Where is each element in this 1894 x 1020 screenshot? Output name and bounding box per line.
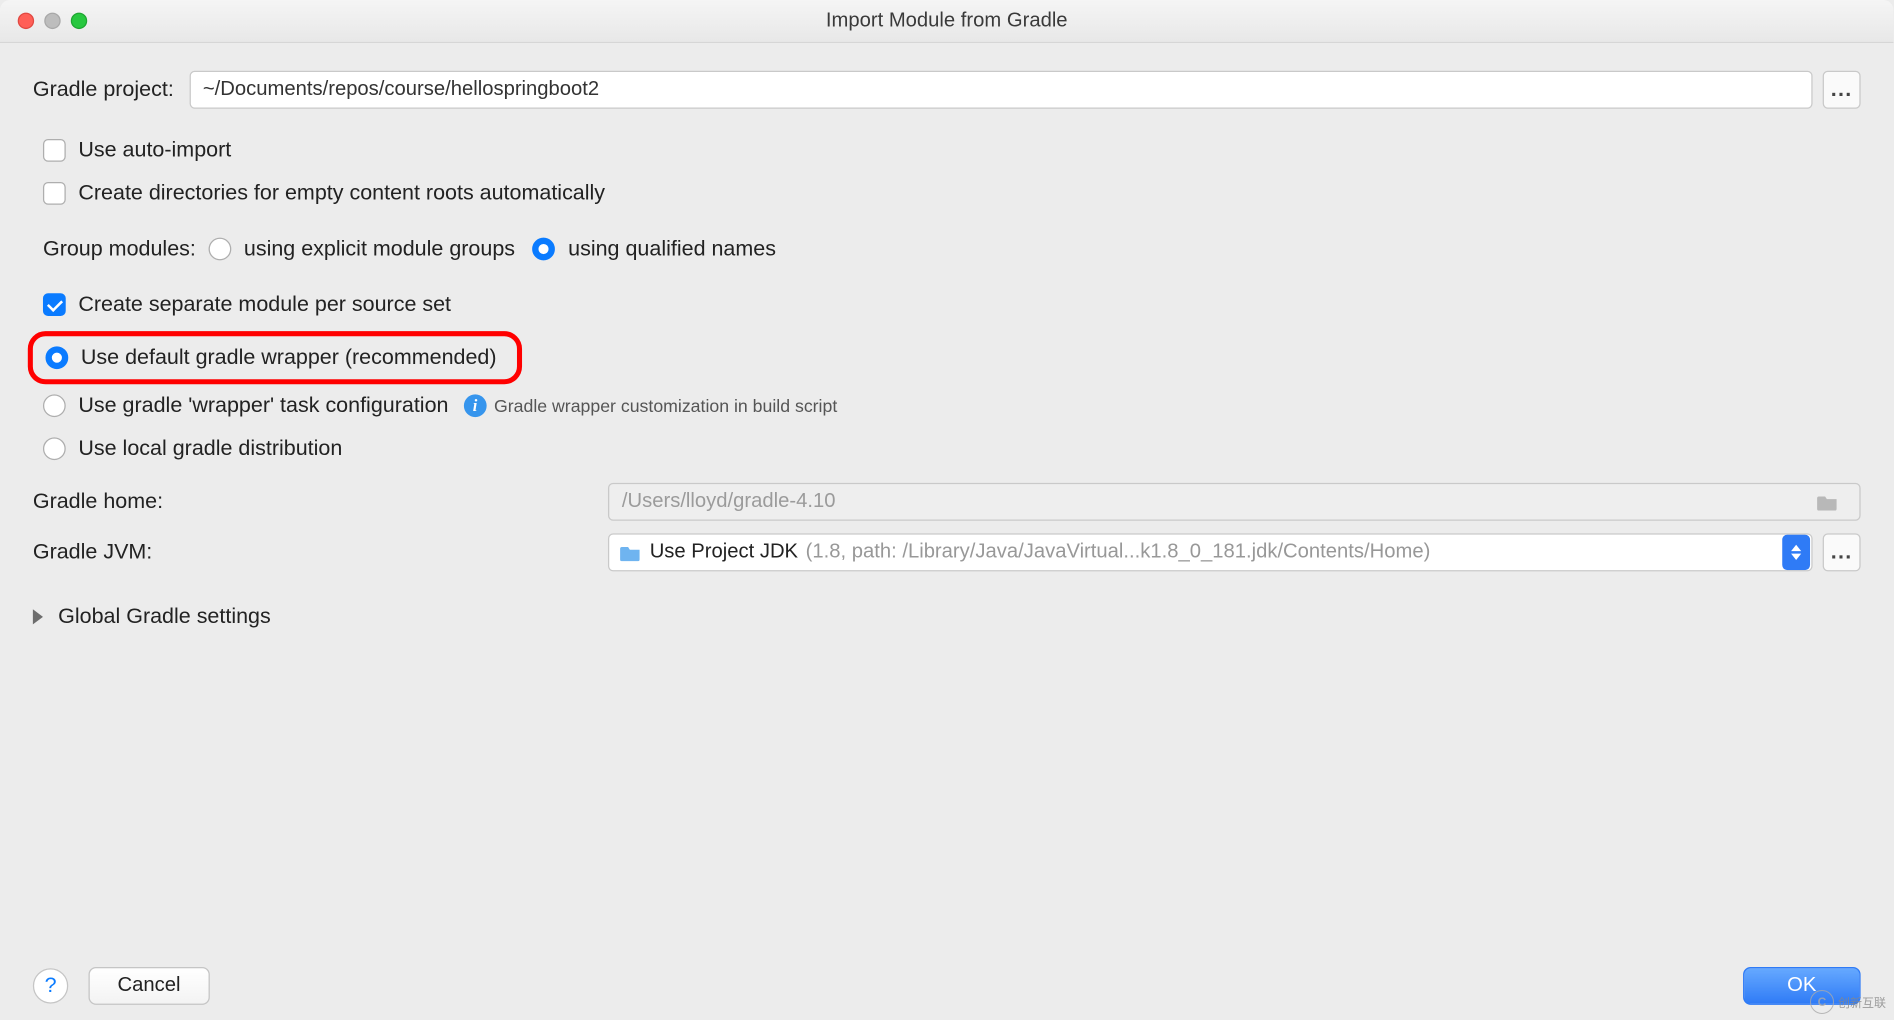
- local-dist-radio[interactable]: [43, 437, 66, 460]
- maximize-button[interactable]: [71, 13, 87, 29]
- wrapper-task-label: Use gradle 'wrapper' task configuration: [78, 393, 448, 418]
- wrapper-task-radio[interactable]: [43, 394, 66, 417]
- group-modules-label: Group modules:: [43, 236, 196, 261]
- qualified-names-radio[interactable]: [533, 238, 556, 261]
- help-button[interactable]: ?: [33, 968, 68, 1003]
- default-wrapper-radio[interactable]: [46, 346, 69, 369]
- window-controls: [0, 13, 87, 29]
- browse-jvm-button[interactable]: ...: [1823, 533, 1861, 571]
- expander-label: Global Gradle settings: [58, 604, 271, 629]
- watermark: C 创新互联: [1810, 990, 1886, 1014]
- folder-icon: [619, 544, 642, 562]
- auto-import-label: Use auto-import: [78, 138, 231, 163]
- gradle-home-input: /Users/lloyd/gradle-4.10: [608, 483, 1861, 521]
- create-dirs-label: Create directories for empty content roo…: [78, 181, 605, 206]
- separate-module-label: Create separate module per source set: [78, 292, 451, 317]
- folder-icon: [1816, 493, 1839, 511]
- explicit-groups-radio[interactable]: [209, 238, 232, 261]
- browse-project-button[interactable]: ...: [1823, 71, 1861, 109]
- jvm-value: Use Project JDK: [650, 541, 798, 564]
- create-dirs-checkbox[interactable]: [43, 182, 66, 205]
- jvm-detail: (1.8, path: /Library/Java/JavaVirtual...…: [806, 541, 1431, 564]
- local-dist-label: Use local gradle distribution: [78, 436, 342, 461]
- wrapper-hint: Gradle wrapper customization in build sc…: [494, 396, 837, 416]
- import-gradle-dialog: Import Module from Gradle Gradle project…: [0, 0, 1893, 1020]
- gradle-jvm-label: Gradle JVM:: [33, 540, 608, 565]
- global-settings-expander[interactable]: Global Gradle settings: [33, 604, 1861, 629]
- auto-import-checkbox[interactable]: [43, 139, 66, 162]
- default-wrapper-label: Use default gradle wrapper (recommended): [81, 345, 497, 370]
- explicit-groups-label: using explicit module groups: [244, 236, 515, 261]
- cancel-button[interactable]: Cancel: [88, 967, 209, 1005]
- select-arrows-icon: [1782, 535, 1810, 570]
- gradle-jvm-select[interactable]: Use Project JDK (1.8, path: /Library/Jav…: [608, 533, 1813, 571]
- info-icon[interactable]: i: [464, 394, 487, 417]
- highlighted-option: Use default gradle wrapper (recommended): [28, 331, 522, 384]
- titlebar: Import Module from Gradle: [0, 0, 1893, 43]
- minimize-button[interactable]: [44, 13, 60, 29]
- close-button[interactable]: [18, 13, 34, 29]
- window-title: Import Module from Gradle: [0, 9, 1893, 32]
- chevron-right-icon: [33, 609, 43, 624]
- gradle-project-label: Gradle project:: [33, 77, 174, 102]
- gradle-project-input[interactable]: ~/Documents/repos/course/hellospringboot…: [189, 71, 1813, 109]
- separate-module-checkbox[interactable]: [43, 293, 66, 316]
- gradle-home-label: Gradle home:: [33, 489, 608, 514]
- qualified-names-label: using qualified names: [568, 236, 776, 261]
